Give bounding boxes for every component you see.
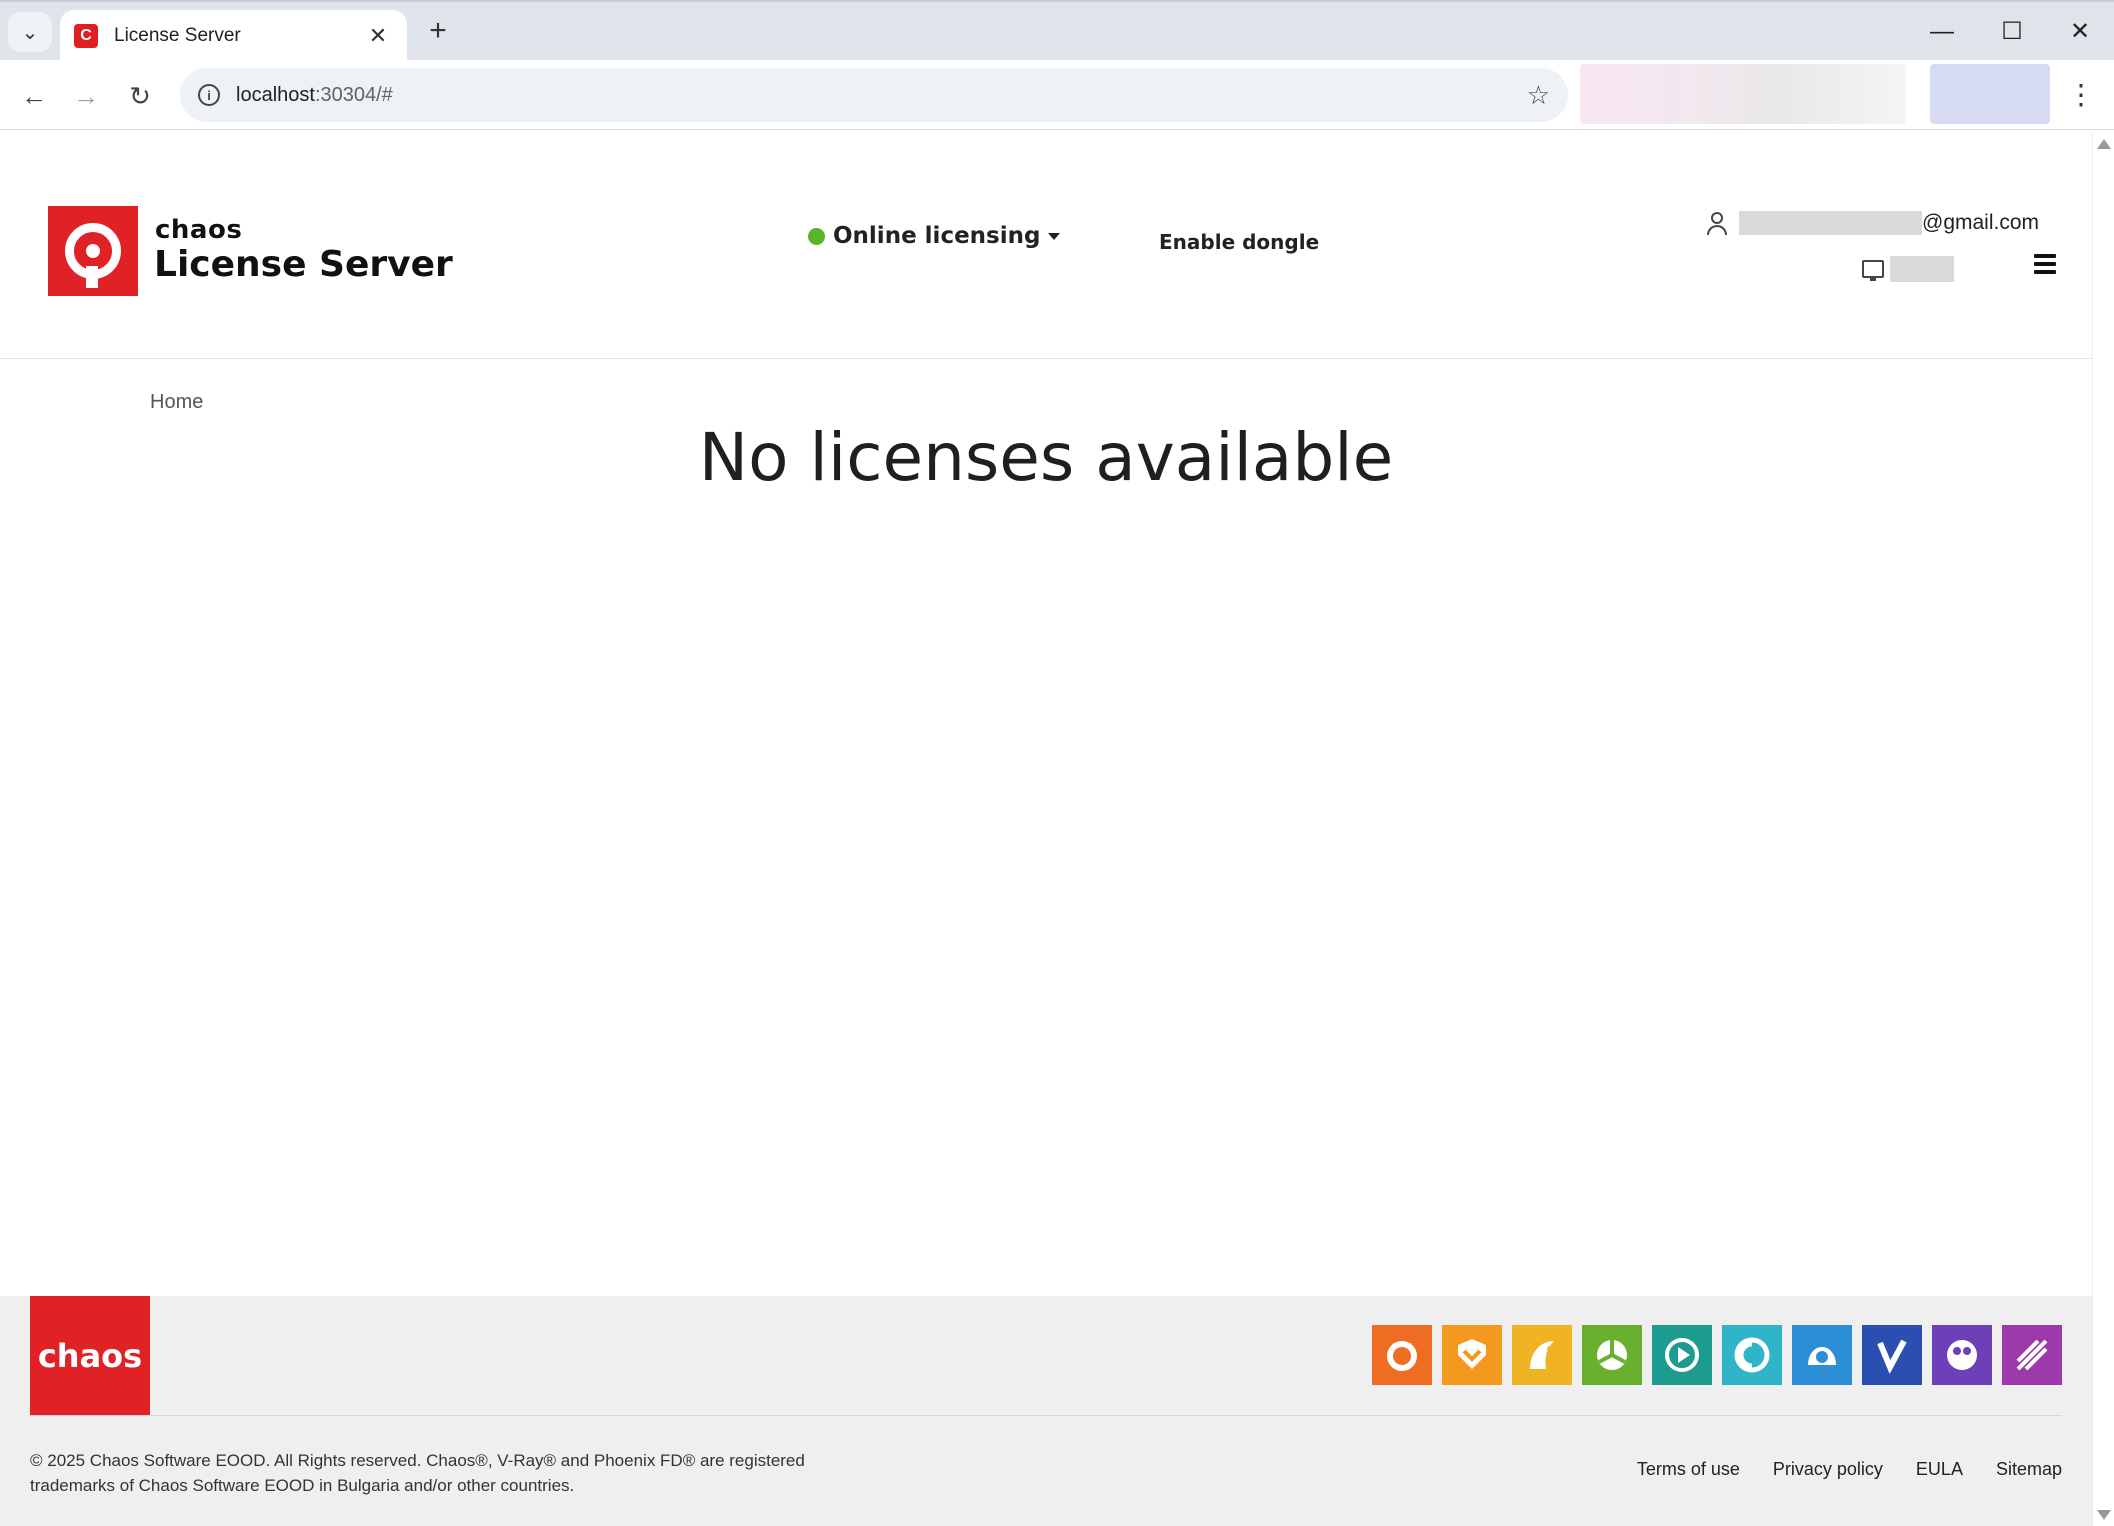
site-header: chaos License Server Online licensing En… xyxy=(0,131,2092,359)
url-text[interactable]: localhost:30304/# xyxy=(236,84,1527,107)
player-icon[interactable] xyxy=(1932,1325,1992,1385)
scroll-down-arrow-icon[interactable] xyxy=(2097,1510,2111,1520)
tab-title: License Server xyxy=(114,25,241,46)
footer-links: Terms of use Privacy policy EULA Sitemap xyxy=(1637,1459,2062,1480)
browser-tab[interactable]: C License Server ✕ xyxy=(60,10,407,62)
cylindo-icon[interactable] xyxy=(1722,1325,1782,1385)
vantage-icon[interactable] xyxy=(1652,1325,1712,1385)
redacted-email xyxy=(1739,211,1922,235)
copyright-text: © 2025 Chaos Software EOOD. All Rights r… xyxy=(30,1451,805,1495)
vision-icon[interactable] xyxy=(1862,1325,1922,1385)
no-licenses-message: No licenses available xyxy=(698,419,1394,496)
cosmos-icon[interactable] xyxy=(1582,1325,1642,1385)
vray-icon[interactable] xyxy=(1372,1325,1432,1385)
scans-icon[interactable] xyxy=(2002,1325,2062,1385)
brand-license-server: License Server xyxy=(154,244,453,285)
user-icon xyxy=(1705,211,1729,235)
page: chaos License Server Online licensing En… xyxy=(0,131,2092,1526)
scroll-up-arrow-icon[interactable] xyxy=(2097,139,2111,149)
brand-chaos: chaos xyxy=(155,215,243,245)
browser-menu-icon[interactable]: ⋮ xyxy=(2066,78,2096,111)
email-suffix: @gmail.com xyxy=(1922,211,2040,234)
privacy-policy-link[interactable]: Privacy policy xyxy=(1773,1459,1883,1480)
online-licensing-label: Online licensing xyxy=(833,223,1041,249)
sitemap-link[interactable]: Sitemap xyxy=(1996,1459,2062,1480)
enable-dongle-button[interactable]: Enable dongle xyxy=(1159,230,1319,254)
redacted-extension-area xyxy=(1580,64,1906,124)
eula-link[interactable]: EULA xyxy=(1916,1459,1963,1480)
back-arrow-icon[interactable]: ← xyxy=(12,74,56,118)
forward-arrow-icon[interactable]: → xyxy=(64,74,108,118)
hamburger-menu-icon[interactable] xyxy=(2034,254,2056,274)
maximize-icon[interactable]: ☐ xyxy=(1992,14,2032,50)
chaos-favicon-icon: C xyxy=(74,24,98,48)
reload-icon[interactable]: ↻ xyxy=(118,74,162,118)
browser-tabstrip: ⌄ C License Server ✕ + — ☐ ✕ xyxy=(0,0,2114,62)
new-tab-plus-icon[interactable]: + xyxy=(420,14,456,50)
phoenix-icon[interactable] xyxy=(1512,1325,1572,1385)
minimize-icon[interactable]: — xyxy=(1922,14,1962,50)
online-licensing-dropdown[interactable]: Online licensing xyxy=(808,223,1061,249)
status-dot-icon xyxy=(808,227,825,245)
redacted-machine-name xyxy=(1890,256,1954,282)
tab-search-chevron-icon[interactable]: ⌄ xyxy=(8,12,52,52)
terms-of-use-link[interactable]: Terms of use xyxy=(1637,1459,1740,1480)
user-account[interactable]: @gmail.com xyxy=(1705,211,2039,235)
redacted-profile-button[interactable] xyxy=(1930,64,2050,124)
address-bar[interactable]: i localhost:30304/# ☆ xyxy=(180,68,1568,122)
monitor-icon xyxy=(1862,260,1884,281)
product-icons xyxy=(1372,1325,2062,1385)
caret-down-icon xyxy=(1048,232,1061,240)
bookmark-star-icon[interactable]: ☆ xyxy=(1527,80,1550,111)
corona-icon[interactable] xyxy=(1442,1325,1502,1385)
chaos-footer-logo[interactable]: chaos xyxy=(30,1296,150,1416)
page-scrollbar[interactable] xyxy=(2092,131,2114,1526)
breadcrumb-home[interactable]: Home xyxy=(150,391,203,414)
machine-info xyxy=(1862,256,1954,282)
site-info-icon[interactable]: i xyxy=(198,84,220,106)
tab-close-icon[interactable]: ✕ xyxy=(363,23,393,49)
browser-toolbar: ← → ↻ i localhost:30304/# ☆ ⋮ xyxy=(0,60,2114,130)
footer-divider xyxy=(30,1415,2062,1416)
window-close-icon[interactable]: ✕ xyxy=(2060,14,2100,50)
cloud-icon[interactable] xyxy=(1792,1325,1852,1385)
site-footer: chaos © 2025 Chaos Software EOOD. All Ri… xyxy=(0,1296,2092,1526)
